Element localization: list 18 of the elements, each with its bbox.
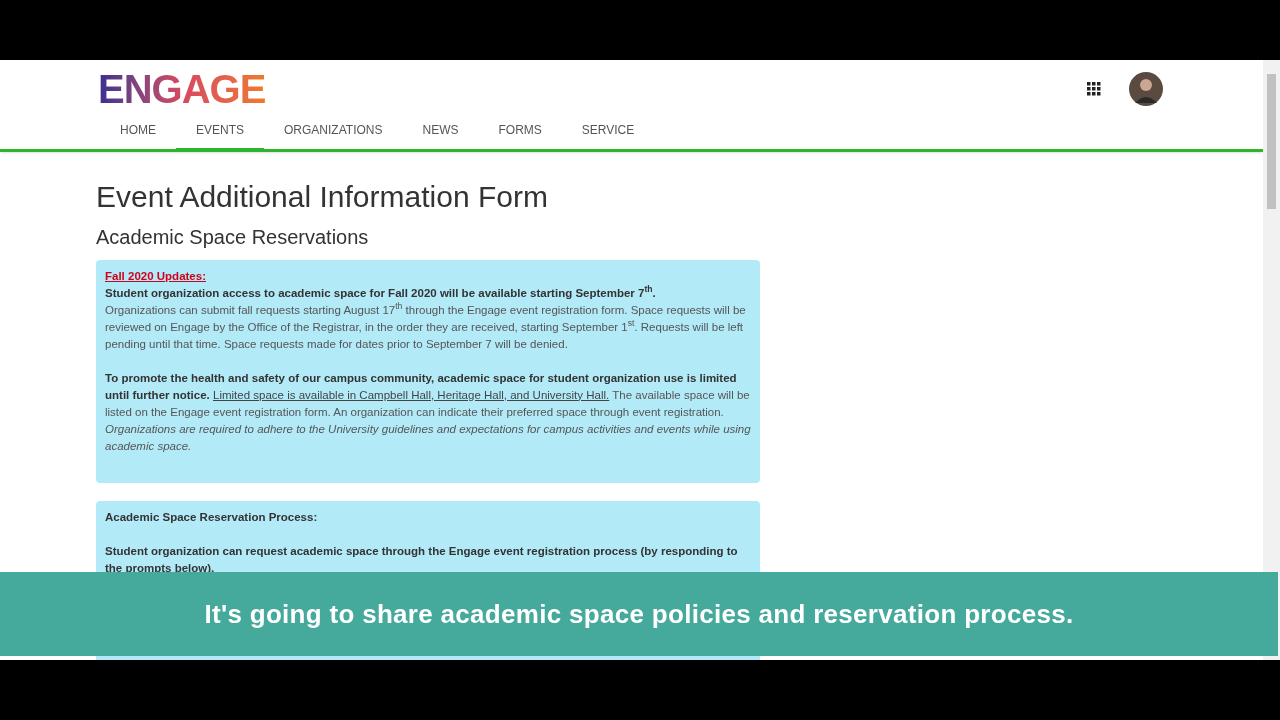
updates-lead: Student organization access to academic space for Fall 2020 will be available starting September 7$^{th}$.: [105, 284, 657, 301]
avatar-icon[interactable]: [1129, 72, 1163, 106]
campus-halls-link[interactable]: Limited space is available in Campbell Hall, Heritage Hall, and University Hall.: [213, 388, 610, 401]
apps-grid-icon[interactable]: [1087, 82, 1101, 96]
section-title: Academic Space Reservations: [96, 224, 370, 250]
updates-details: Organizations can submit fall requests starting August 17$^{th}$ through the Engage event registration form. Space requests will be reviewed on Engage by the Office of the Registrar, in the order they are received, starting September 1$^{st}$. Requests will be left pending until that time. Space requests made for dates prior to September 7 will be denied.: [105, 301, 747, 352]
nav-tab[interactable]: NEWS: [402, 112, 479, 152]
page-title: Event Additional Information Form: [96, 179, 549, 215]
process-heading: Academic Space Reservation Process:: [105, 509, 319, 525]
nav-tab[interactable]: FORMS: [478, 112, 562, 152]
updates-heading: Fall 2020 Updates:: [105, 268, 206, 284]
process-lead: Student organization can request academic space through the Engage event registration process (by responding to the prompts below).: [105, 543, 739, 576]
nav-tab[interactable]: ORGANIZATIONS: [264, 112, 403, 152]
notice-paragraph: To promote the health and safety of our campus community, academic space for student organization use is limited until further notice. Limited space is available in Campbell Hall, Heritage Hall, and University Hall. The available space will be listed on the Engage event registration form. An organization can indicate their preferred space through event registration. Organizations are required to adhere to the University guidelines and expectations for campus activities and events while using academic space.: [105, 370, 751, 454]
nav-tab[interactable]: SERVICE: [561, 112, 655, 152]
nav-tab[interactable]: HOME: [100, 112, 176, 152]
video-caption: It's going to share academic space policies and reservation process.: [204, 597, 1074, 631]
nav-tab[interactable]: EVENTS: [176, 112, 264, 152]
